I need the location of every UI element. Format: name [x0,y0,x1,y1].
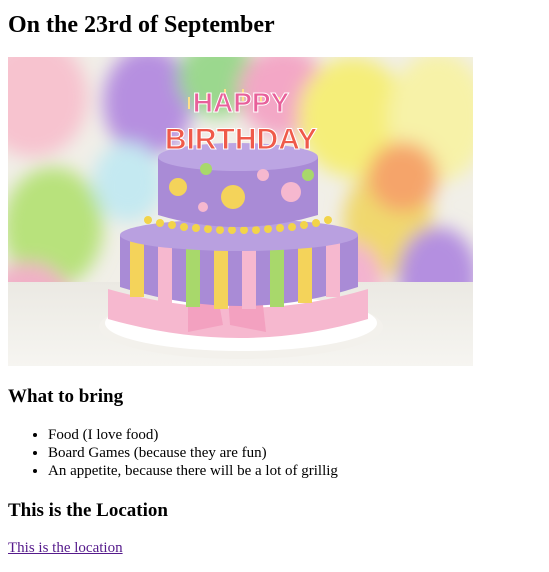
bring-list: Food (I love food) Board Games (because … [8,426,338,480]
list-item: An appetite, because there will be a lot… [48,462,338,480]
location-heading: This is the Location [8,500,168,521]
list-item: Board Games (because they are fun) [48,444,338,462]
candle-text-bottom: BIRTHDAY [165,123,317,156]
page-title: On the 23rd of September [8,12,275,38]
list-item: Food (I love food) [48,426,338,444]
birthday-cake-image: HAPPY BIRTHDAY [8,57,473,366]
candle-text-top: HAPPY [193,87,290,118]
location-link[interactable]: This is the location [8,539,123,557]
what-to-bring-heading: What to bring [8,386,124,407]
